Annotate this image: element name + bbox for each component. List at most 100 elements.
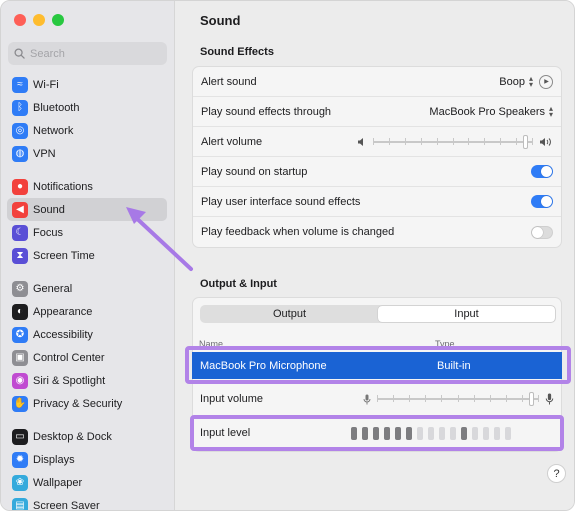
alert-volume-slider[interactable] bbox=[373, 134, 533, 149]
globe-icon: ◎ bbox=[12, 122, 28, 139]
settings-window: ≈ Wi-Fi ᛒ Bluetooth ◎ Network ◍ VPN ● Notificatio… bbox=[0, 0, 575, 511]
sidebar-item-screen-saver[interactable]: ▤ Screen Saver bbox=[7, 494, 167, 511]
search-input[interactable] bbox=[30, 47, 160, 60]
sound-effects-heading: Sound Effects bbox=[200, 46, 274, 58]
slider-tick bbox=[458, 395, 459, 402]
alert-sound-value: Boop bbox=[499, 75, 525, 88]
speaker-low-icon bbox=[358, 137, 363, 146]
slider-tick bbox=[373, 137, 374, 145]
slider-tick bbox=[421, 137, 422, 145]
play-icon: ▶ bbox=[544, 79, 549, 85]
sidebar-item-siri-spotlight[interactable]: ◉ Siri & Spotlight bbox=[7, 369, 167, 392]
screensaver-icon: ▤ bbox=[12, 497, 28, 510]
sidebar-item-label: VPN bbox=[33, 147, 56, 160]
sidebar-item-focus[interactable]: ☾ Focus bbox=[7, 221, 167, 244]
ui-sound-toggle[interactable] bbox=[531, 195, 553, 208]
sidebar-item-label: Sound bbox=[33, 203, 65, 216]
startup-sound-row: Play sound on startup bbox=[193, 157, 561, 187]
sidebar-item-label: Appearance bbox=[33, 305, 93, 318]
sidebar-item-wallpaper[interactable]: ❀ Wallpaper bbox=[7, 471, 167, 494]
sidebar-item-label: Focus bbox=[33, 226, 63, 239]
sidebar-item-label: Siri & Spotlight bbox=[33, 374, 106, 387]
sidebar-item-label: Wallpaper bbox=[33, 476, 83, 489]
sidebar-separator bbox=[7, 415, 167, 425]
sidebar-item-label: Accessibility bbox=[33, 328, 93, 341]
alert-sound-label: Alert sound bbox=[201, 75, 257, 88]
volume-feedback-row: Play feedback when volume is changed bbox=[193, 217, 561, 247]
speaker-icon: ◀ bbox=[12, 201, 28, 218]
help-button[interactable]: ? bbox=[547, 464, 566, 483]
sidebar-item-appearance[interactable]: ◐ Appearance bbox=[7, 300, 167, 323]
slider-tick bbox=[522, 395, 523, 402]
slider-thumb[interactable] bbox=[523, 134, 528, 149]
siri-icon: ◉ bbox=[12, 372, 28, 389]
ui-sound-label: Play user interface sound effects bbox=[201, 195, 361, 208]
tab-output[interactable]: Output bbox=[201, 306, 378, 322]
slider-tick bbox=[389, 137, 390, 145]
bluetooth-icon: ᛒ bbox=[12, 99, 28, 116]
dock-icon: ▭ bbox=[12, 428, 28, 445]
device-highlight-box bbox=[185, 346, 571, 384]
slider-tick bbox=[453, 137, 454, 145]
startup-sound-toggle[interactable] bbox=[531, 165, 553, 178]
sidebar-item-accessibility[interactable]: ✪ Accessibility bbox=[7, 323, 167, 346]
slider-thumb[interactable] bbox=[529, 392, 534, 406]
sidebar-item-screen-time[interactable]: ⧗ Screen Time bbox=[7, 244, 167, 267]
input-volume-label: Input volume bbox=[200, 393, 263, 405]
vpn-icon: ◍ bbox=[12, 145, 28, 162]
sidebar-item-label: Notifications bbox=[33, 180, 93, 193]
sidebar-item-label: Screen Saver bbox=[33, 499, 100, 511]
displays-icon: ✹ bbox=[12, 451, 28, 468]
sidebar-item-wi-fi[interactable]: ≈ Wi-Fi bbox=[7, 73, 167, 96]
sidebar-item-label: Network bbox=[33, 124, 74, 137]
output-input-tabs: Output Input bbox=[200, 305, 556, 323]
slider-tick bbox=[425, 395, 426, 402]
volume-feedback-toggle[interactable] bbox=[531, 225, 553, 239]
sidebar-item-displays[interactable]: ✹ Displays bbox=[7, 448, 167, 471]
updown-chevron-icon: ▴ ▾ bbox=[528, 73, 533, 89]
microphone-low-icon bbox=[363, 394, 371, 404]
output-input-heading: Output & Input bbox=[200, 278, 277, 290]
play-through-popup[interactable]: MacBook Pro Speakers ▴ ▾ bbox=[429, 104, 553, 118]
wifi-icon: ≈ bbox=[12, 76, 28, 93]
sound-effects-card: Alert sound Boop ▴ ▾ ▶ Play sound effects… bbox=[192, 66, 562, 248]
slider-tick bbox=[441, 395, 442, 402]
sidebar-item-desktop-dock[interactable]: ▭ Desktop & Dock bbox=[7, 425, 167, 448]
slider-tick bbox=[500, 137, 501, 145]
tab-input[interactable]: Input bbox=[378, 306, 555, 322]
alert-sound-row: Alert sound Boop ▴ ▾ ▶ bbox=[193, 67, 561, 97]
appearance-icon: ◐ bbox=[12, 303, 28, 320]
bell-icon: ● bbox=[12, 178, 28, 195]
sidebar-item-sound[interactable]: ◀ Sound bbox=[7, 198, 167, 221]
close-button[interactable] bbox=[14, 14, 26, 26]
input-level-highlight-box bbox=[190, 415, 564, 451]
search-field[interactable] bbox=[8, 42, 167, 65]
slider-tick bbox=[405, 137, 406, 145]
slider-tick bbox=[490, 395, 491, 402]
wallpaper-icon: ❀ bbox=[12, 474, 28, 491]
slider-tick bbox=[506, 395, 507, 402]
window-controls bbox=[14, 14, 64, 26]
input-volume-slider[interactable] bbox=[377, 392, 539, 406]
zoom-button[interactable] bbox=[52, 14, 64, 26]
sidebar-item-bluetooth[interactable]: ᛒ Bluetooth bbox=[7, 96, 167, 119]
slider-tick bbox=[409, 395, 410, 402]
play-alert-button[interactable]: ▶ bbox=[539, 74, 553, 89]
gear-icon: ⚙ bbox=[12, 280, 28, 297]
sidebar-item-control-center[interactable]: ▣ Control Center bbox=[7, 346, 167, 369]
sidebar-item-label: Displays bbox=[33, 453, 75, 466]
slider-tick bbox=[538, 395, 539, 402]
moon-icon: ☾ bbox=[12, 224, 28, 241]
slider-tick bbox=[468, 137, 469, 145]
sidebar-item-general[interactable]: ⚙ General bbox=[7, 277, 167, 300]
sidebar-item-privacy-security[interactable]: ✋ Privacy & Security bbox=[7, 392, 167, 415]
play-through-label: Play sound effects through bbox=[201, 105, 332, 118]
sidebar-item-network[interactable]: ◎ Network bbox=[7, 119, 167, 142]
play-through-value: MacBook Pro Speakers bbox=[429, 105, 545, 118]
slider-tick bbox=[437, 137, 438, 145]
sidebar-item-notifications[interactable]: ● Notifications bbox=[7, 175, 167, 198]
minimize-button[interactable] bbox=[33, 14, 45, 26]
sidebar-item-vpn[interactable]: ◍ VPN bbox=[7, 142, 167, 165]
slider-tick bbox=[484, 137, 485, 145]
alert-sound-popup[interactable]: Boop ▴ ▾ bbox=[499, 73, 533, 89]
